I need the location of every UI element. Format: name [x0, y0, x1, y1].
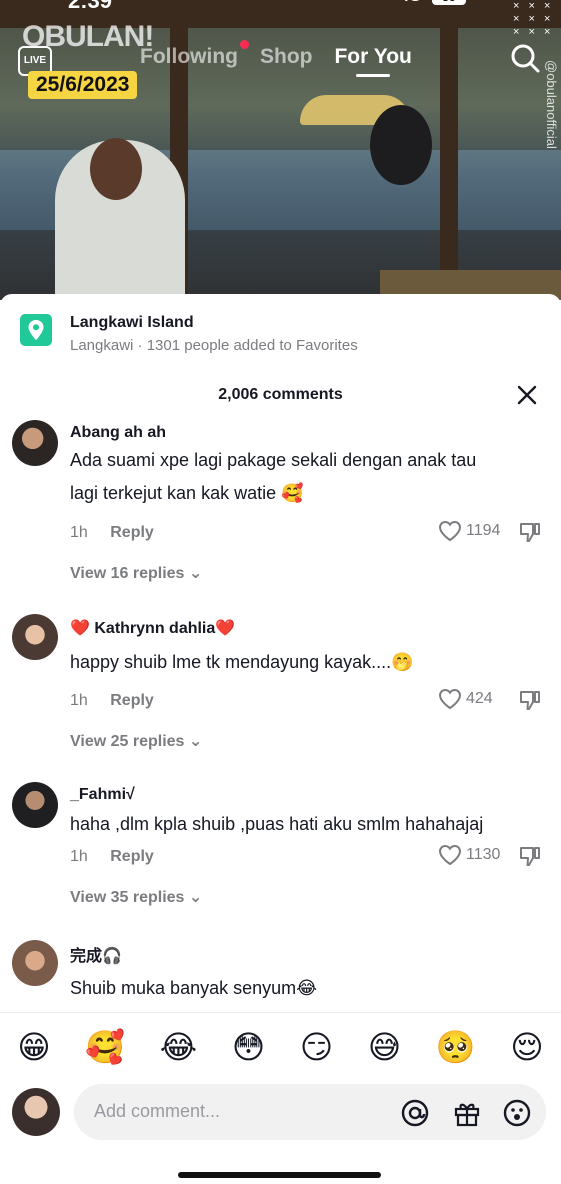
tab-shop[interactable]: Shop [260, 45, 313, 69]
emoji-button[interactable]: 🥺 [436, 1028, 476, 1066]
like-count: 1130 [466, 846, 501, 863]
like-count: 1194 [466, 522, 501, 539]
reply-button[interactable]: Reply [110, 848, 154, 865]
status-right: 4G 86 [400, 0, 466, 6]
emoji-button[interactable]: 😳 [232, 1028, 265, 1066]
view-replies-button[interactable]: View 25 replies ⌄ [70, 731, 202, 751]
reply-button[interactable]: Reply [110, 692, 154, 709]
comment-text-line: Shuib muka banyak senyum😂 [70, 978, 318, 998]
comment-text: happy shuib lme tk mendayung kayak....🤭 [70, 646, 550, 679]
emoji-button[interactable]: 😂 [160, 1028, 197, 1066]
comment-username[interactable]: _Fahmi√ [70, 786, 135, 804]
battery-icon: 86 [431, 0, 466, 5]
view-replies-button[interactable]: View 16 replies ⌄ [70, 563, 202, 583]
emoji-button[interactable]: 🥰 [85, 1028, 125, 1066]
dislike-icon[interactable] [518, 844, 542, 868]
comment-input-placeholder: Add comment... [94, 1101, 221, 1121]
location-subtitle: Langkawi · 1301 people added to Favorite… [70, 337, 358, 354]
gift-icon[interactable] [452, 1098, 482, 1128]
video-person-head [90, 138, 142, 200]
emoji-bar: 😁 🥰 😂 😳 😏 😅 🥺 😌 [0, 1028, 561, 1066]
comment-text-line: happy shuib lme tk mendayung kayak....🤭 [70, 652, 414, 672]
location-row[interactable]: Langkawi Island Langkawi · 1301 people a… [20, 314, 540, 359]
like-button[interactable]: 1130 [438, 844, 500, 866]
video-pillar [440, 0, 458, 300]
avatar[interactable] [12, 420, 58, 466]
comment-time: 1h [70, 524, 88, 541]
emoji-button[interactable]: 😅 [368, 1028, 401, 1066]
dislike-icon[interactable] [518, 520, 542, 544]
dislike-icon[interactable] [518, 688, 542, 712]
avatar[interactable] [12, 940, 58, 986]
comment-time: 1h [70, 848, 88, 865]
comment-text-line: lagi terkejut kan kak watie 🥰 [70, 483, 304, 503]
reply-button[interactable]: Reply [110, 524, 154, 541]
emoji-button[interactable]: 😌 [510, 1028, 543, 1066]
like-count: 424 [466, 690, 493, 707]
video-pot [370, 105, 432, 185]
comment-meta: 1h Reply [70, 524, 154, 542]
like-button[interactable]: 424 [438, 688, 493, 710]
comment-time: 1h [70, 692, 88, 709]
emoji-icon[interactable] [502, 1098, 532, 1128]
heart-icon [438, 520, 462, 542]
divider [0, 1012, 561, 1013]
comment-text: Shuib muka banyak senyum😂 [70, 972, 550, 1005]
heart-icon [438, 688, 462, 710]
comment-meta: 1h Reply [70, 848, 154, 866]
close-icon[interactable] [516, 384, 538, 406]
avatar[interactable] [12, 782, 58, 828]
like-button[interactable]: 1194 [438, 520, 500, 542]
emoji-button[interactable]: 😏 [300, 1028, 333, 1066]
comment-composer: Add comment... [12, 1084, 552, 1144]
comment-text-line: haha ,dlm kpla shuib ,puas hati aku smlm… [70, 814, 484, 834]
feed-tabs: Following Shop For You [140, 45, 412, 77]
date-badge: 25/6/2023 [28, 71, 138, 99]
comment-text: haha ,dlm kpla shuib ,puas hati aku smlm… [70, 808, 550, 841]
tab-following[interactable]: Following [140, 45, 238, 69]
comment-username[interactable]: ❤️ Kathrynn dahlia❤️ [70, 618, 235, 638]
status-time: 2:39 [68, 0, 113, 13]
home-indicator[interactable] [178, 1172, 381, 1178]
side-watermark: @obulanofficial [544, 60, 559, 149]
comment-username[interactable]: Abang ah ah [70, 424, 166, 442]
emoji-button[interactable]: 😁 [17, 1028, 50, 1066]
tab-for-you[interactable]: For You [334, 45, 412, 77]
comment-text-line: Ada suami xpe lagi pakage sekali dengan … [70, 450, 477, 470]
decorative-grid: × × × × × × × × × [513, 0, 554, 38]
status-bar: 2:39 4G 86 [0, 0, 561, 13]
notification-dot [240, 40, 249, 49]
view-replies-button[interactable]: View 35 replies ⌄ [70, 887, 202, 907]
video-player[interactable]: 2:39 4G 86 OBULAN! LIVE Following Shop F… [0, 0, 561, 300]
comments-sheet: Langkawi Island Langkawi · 1301 people a… [0, 294, 561, 1184]
mention-icon[interactable] [400, 1098, 430, 1128]
comment-count: 2,006 comments [218, 386, 343, 403]
search-icon[interactable] [510, 43, 540, 73]
comment-input[interactable]: Add comment... [74, 1084, 546, 1140]
comment-text: Ada suami xpe lagi pakage sekali dengan … [70, 444, 550, 510]
location-title: Langkawi Island [70, 314, 194, 331]
avatar[interactable] [12, 614, 58, 660]
comment-username[interactable]: 完成🎧 [70, 942, 122, 966]
my-avatar [12, 1088, 60, 1136]
heart-icon [438, 844, 462, 866]
signal-label: 4G [400, 0, 421, 5]
location-pin-icon [20, 314, 52, 346]
comment-meta: 1h Reply [70, 692, 154, 710]
